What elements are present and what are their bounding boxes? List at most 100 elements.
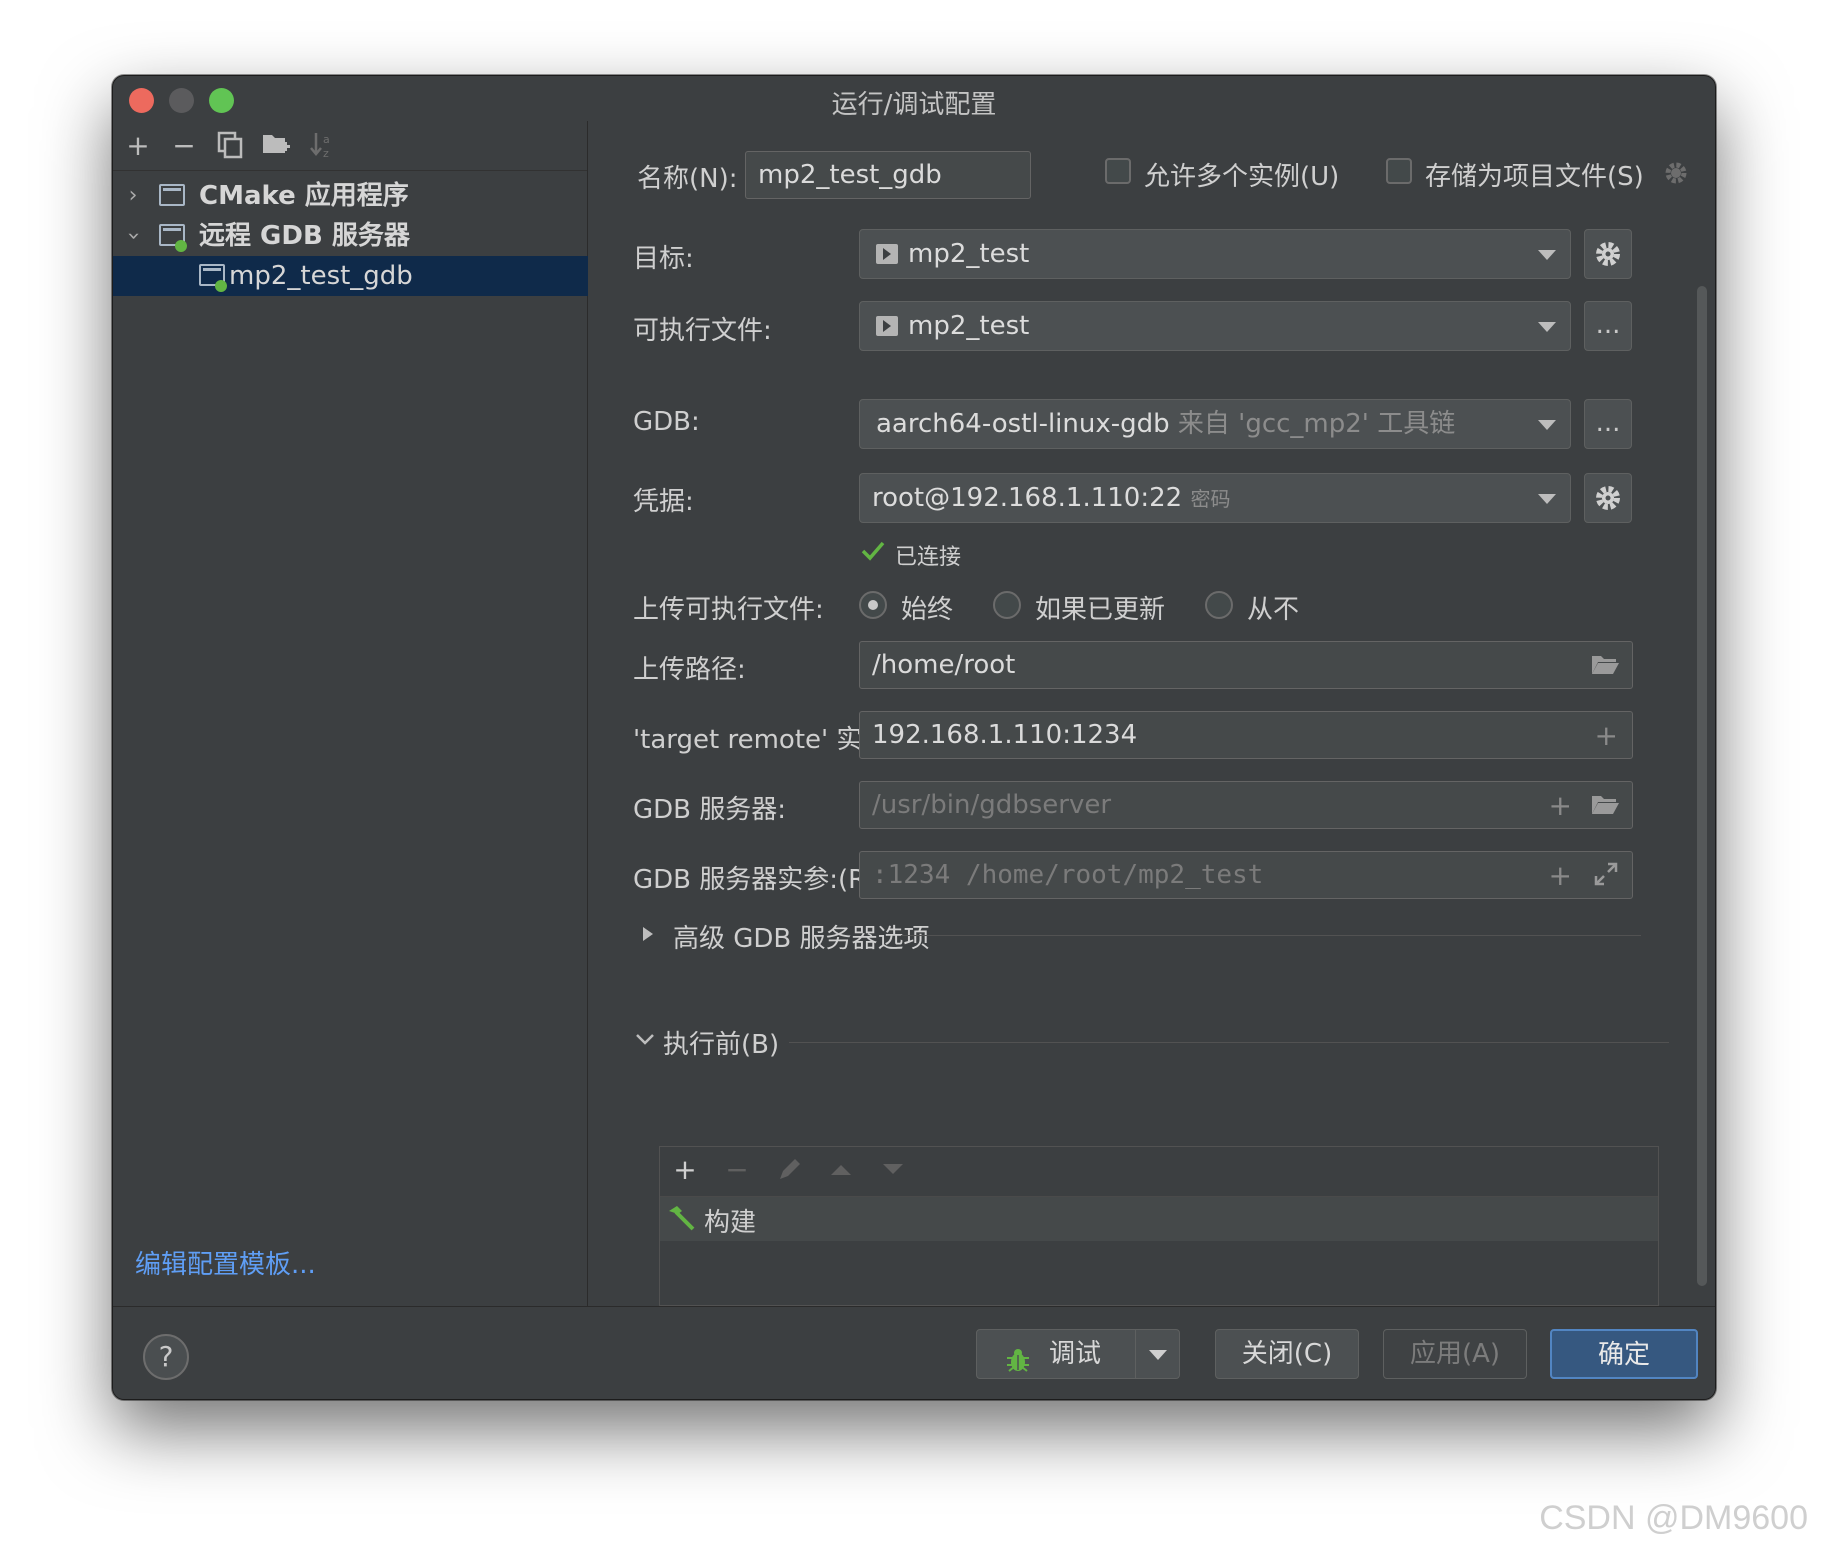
target-remote-value: 192.168.1.110:1234 <box>872 720 1138 750</box>
debug-button-label: 调试 <box>1049 1339 1102 1369</box>
upload-always-radio[interactable] <box>859 591 887 619</box>
remove-icon[interactable]: − <box>722 1155 752 1185</box>
add-icon[interactable]: + <box>670 1155 700 1185</box>
executable-icon <box>876 244 898 264</box>
upload-if-updated-label: 如果已更新 <box>1035 595 1166 625</box>
chevron-down-icon <box>1538 250 1556 260</box>
store-as-file-label: 存储为项目文件(S) <box>1425 162 1644 192</box>
browse-executable-button[interactable]: ... <box>1584 301 1632 351</box>
upload-always-label: 始终 <box>901 595 954 625</box>
bug-badge-icon <box>175 240 187 252</box>
tree-item-cmake[interactable]: › CMake 应用程序 <box>113 176 588 216</box>
section-divider <box>789 1042 1669 1043</box>
chevron-down-icon[interactable] <box>1149 1350 1167 1360</box>
remove-icon[interactable]: − <box>169 131 199 161</box>
upload-never-radio[interactable] <box>1205 591 1233 619</box>
svg-text:z: z <box>323 147 329 159</box>
gdb-server-args-label: GDB 服务器实参:(R) <box>633 865 877 895</box>
gdb-select[interactable]: aarch64-ostl-linux-gdb 来自 'gcc_mp2' 工具链 <box>859 399 1571 449</box>
credentials-label: 凭据: <box>633 487 694 517</box>
gear-icon[interactable] <box>1664 161 1688 189</box>
watermark: CSDN @DM9600 <box>1539 1499 1808 1537</box>
credentials-auth-hint: 密码 <box>1190 487 1231 511</box>
allow-multi-label: 允许多个实例(U) <box>1144 162 1340 192</box>
target-settings-button[interactable] <box>1584 229 1632 279</box>
allow-multi-checkbox[interactable] <box>1105 158 1131 184</box>
name-input[interactable]: mp2_test_gdb <box>745 151 1031 199</box>
apply-button[interactable]: 应用(A) <box>1383 1329 1527 1379</box>
list-item[interactable]: 构建 <box>660 1197 1658 1241</box>
browse-gdb-button[interactable]: ... <box>1584 399 1632 449</box>
title-bar: 运行/调试配置 <box>113 76 1715 121</box>
gdb-value: aarch64-ostl-linux-gdb <box>876 409 1170 439</box>
close-button[interactable]: 关闭(C) <box>1215 1329 1359 1379</box>
hammer-icon <box>666 1203 696 1237</box>
help-button[interactable]: ? <box>143 1334 189 1380</box>
target-remote-input[interactable]: 192.168.1.110:1234 + <box>859 711 1633 759</box>
move-up-icon[interactable] <box>826 1157 856 1187</box>
new-folder-icon[interactable] <box>261 131 291 161</box>
tree-item-remote-gdb[interactable]: › 远程 GDB 服务器 <box>113 216 588 256</box>
folder-open-icon[interactable] <box>1590 792 1620 821</box>
upload-if-updated-radio[interactable] <box>993 591 1021 619</box>
tree-item-label: mp2_test_gdb <box>229 261 413 291</box>
svg-text:a: a <box>323 133 330 146</box>
upload-path-label: 上传路径: <box>633 655 746 685</box>
executable-value: mp2_test <box>908 311 1030 341</box>
credentials-select[interactable]: root@192.168.1.110:22 密码 <box>859 473 1571 523</box>
move-down-icon[interactable] <box>878 1157 908 1187</box>
chevron-down-icon <box>1538 494 1556 504</box>
gdb-server-args-value: :1234 /home/root/mp2_test <box>872 860 1264 890</box>
gdb-server-args-input[interactable]: :1234 /home/root/mp2_test + <box>859 851 1633 899</box>
gdb-server-value: /usr/bin/gdbserver <box>872 790 1112 820</box>
credentials-value: root@192.168.1.110:22 <box>872 483 1183 513</box>
target-select[interactable]: mp2_test <box>859 229 1571 279</box>
executable-select[interactable]: mp2_test <box>859 301 1571 351</box>
copy-icon[interactable] <box>215 131 245 161</box>
credentials-settings-button[interactable] <box>1584 473 1632 523</box>
dialog-footer: ? 调试 关闭(C) 应用(A) 确定 <box>113 1306 1715 1399</box>
edit-templates-link[interactable]: 编辑配置模板... <box>135 1244 316 1281</box>
add-macro-icon[interactable]: + <box>1549 792 1572 820</box>
connection-status: 已连接 <box>895 545 962 570</box>
run-debug-dialog: 运行/调试配置 + − az › CMake 应用程序 › 远程 GDB 服务器… <box>112 75 1716 1400</box>
chevron-down-icon[interactable]: › <box>113 226 153 246</box>
config-form: 名称(N): mp2_test_gdb 允许多个实例(U) 存储为项目文件(S)… <box>589 121 1715 1306</box>
executable-icon <box>876 316 898 336</box>
upload-path-value: /home/root <box>872 650 1016 680</box>
advanced-options-toggle[interactable]: 高级 GDB 服务器选项 <box>673 918 930 955</box>
triangle-right-icon[interactable] <box>641 925 655 947</box>
before-launch-toggle[interactable]: 执行前(B) <box>663 1024 779 1061</box>
gdb-toolchain-hint: 来自 'gcc_mp2' 工具链 <box>1177 409 1456 439</box>
debug-button[interactable]: 调试 <box>976 1329 1180 1379</box>
page: 运行/调试配置 + − az › CMake 应用程序 › 远程 GDB 服务器… <box>0 0 1824 1544</box>
window-title: 运行/调试配置 <box>831 90 997 120</box>
store-as-file-checkbox[interactable] <box>1386 158 1412 184</box>
expand-icon[interactable] <box>1594 862 1618 891</box>
upload-label: 上传可执行文件: <box>633 595 824 625</box>
name-label: 名称(N): <box>637 164 738 194</box>
section-divider <box>901 935 1641 936</box>
ok-button[interactable]: 确定 <box>1550 1329 1698 1379</box>
check-icon <box>861 541 885 565</box>
edit-icon[interactable] <box>774 1157 804 1187</box>
tree-item-mp2-test-gdb[interactable]: mp2_test_gdb <box>113 256 588 296</box>
target-remote-label: 'target remote' 实... <box>633 725 888 755</box>
target-value: mp2_test <box>908 239 1030 269</box>
add-macro-icon[interactable]: + <box>1549 862 1572 890</box>
before-launch-item-label: 构建 <box>704 1208 757 1238</box>
gdb-label: GDB: <box>633 407 700 437</box>
chevron-down-icon <box>1538 420 1556 430</box>
bug-icon <box>1005 1341 1031 1389</box>
bug-badge-icon <box>215 280 227 292</box>
add-macro-icon[interactable]: + <box>1595 722 1618 750</box>
gdb-server-input[interactable]: /usr/bin/gdbserver + <box>859 781 1633 829</box>
upload-path-input[interactable]: /home/root <box>859 641 1633 689</box>
split-divider <box>1135 1330 1136 1378</box>
add-icon[interactable]: + <box>123 131 153 161</box>
sort-icon[interactable]: az <box>307 131 337 161</box>
folder-open-icon[interactable] <box>1590 652 1620 681</box>
form-scrollbar[interactable] <box>1697 286 1707 1286</box>
chevron-right-icon[interactable]: › <box>123 176 143 216</box>
chevron-down-icon[interactable] <box>635 1031 655 1050</box>
